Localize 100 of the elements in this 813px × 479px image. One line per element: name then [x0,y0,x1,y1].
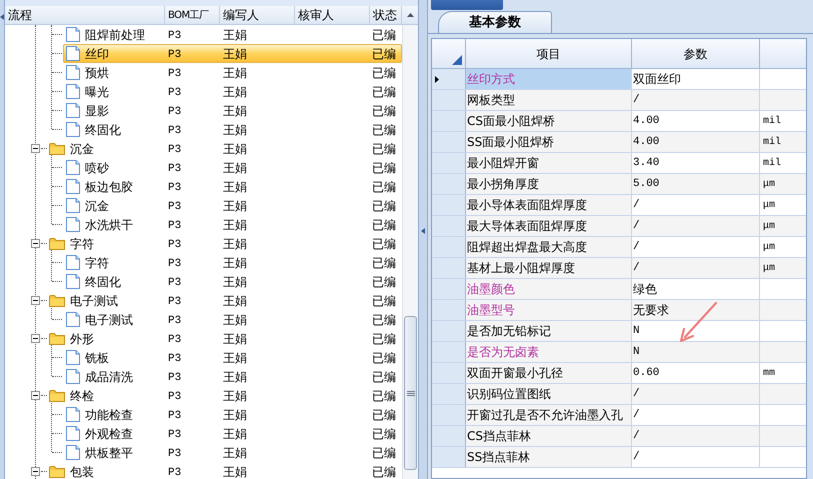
table-row[interactable]: 油墨型号 无要求 [432,300,806,321]
tree-item-label[interactable]: 沉金 [70,140,94,158]
column-header[interactable]: 核审人 [298,6,334,24]
table-row[interactable]: 最小导体表面阻焊厚度 / μm [432,195,806,216]
column-header[interactable]: BOM工厂 [168,8,209,22]
value-cell[interactable]: 0.60 [633,364,660,382]
value-cell[interactable]: / [633,260,640,276]
tree-item-label[interactable]: 外形 [70,330,94,348]
table-cell: 已编 [372,464,396,478]
collapse-icon[interactable] [421,228,425,234]
table-cell: 已编 [372,426,396,440]
table-row[interactable]: 最小阻焊开窗 3.40 mil [432,153,806,174]
tree-item-label[interactable]: 显影 [85,102,109,120]
table-cell: 已编 [372,294,396,308]
table-row[interactable]: 识别码位置图纸 / [432,384,806,405]
scrollbar[interactable] [402,25,418,479]
table-row[interactable]: SS面最小阻焊桥 4.00 mil [432,132,806,153]
value-cell[interactable]: / [633,92,640,108]
document-icon [66,255,80,270]
tree-item-label[interactable]: 成品清洗 [85,368,133,386]
table-row[interactable]: 最大导体表面阻焊厚度 / μm [432,216,806,237]
tab[interactable]: 基本参数 [438,11,552,33]
column-header[interactable]: 流程 [8,6,32,24]
value-cell[interactable]: / [633,406,640,424]
table-row[interactable]: 是否加无铅标记 N [432,321,806,342]
tree-item-label[interactable]: 字符 [70,234,94,252]
table-cell: P3 [168,410,182,422]
tree-item-label[interactable]: 功能检查 [85,406,133,424]
tree-item-label[interactable]: 预烘 [85,64,109,82]
table-row[interactable]: 网板类型 / [432,90,806,111]
value-cell[interactable]: 4.00 [633,134,660,150]
value-cell[interactable]: / [633,448,640,466]
tree-item-label[interactable]: 终固化 [85,120,121,138]
tree-item-label[interactable]: 丝印 [85,44,109,62]
collapse-toggle[interactable] [31,144,40,153]
tree-item-label[interactable]: 阻焊前处理 [85,26,145,44]
value-cell[interactable]: 3.40 [633,154,660,172]
table-row[interactable]: 油墨颜色 绿色 [432,279,806,300]
scrollbar-thumb[interactable] [404,316,417,470]
value-cell[interactable]: / [633,428,640,444]
collapse-toggle[interactable] [31,239,40,248]
tree-item-label[interactable]: 烘板整平 [85,444,133,462]
table-row[interactable]: 基材上最小阻焊厚度 / μm [432,258,806,279]
value-cell[interactable]: 双面丝印 [633,70,681,88]
select-all-corner-icon[interactable] [452,55,462,65]
tree-item-label[interactable]: 曝光 [85,82,109,100]
value-cell[interactable]: 无要求 [633,301,669,319]
table-cell: P3 [168,334,182,346]
table-row[interactable]: 阻焊超出焊盘最大高度 / μm [432,237,806,258]
value-cell[interactable]: N [633,344,640,360]
tree-item-label[interactable]: 电子测试 [70,292,118,310]
collapse-toggle[interactable] [31,391,40,400]
column-header[interactable]: 项目 [536,44,560,62]
table-row[interactable]: 最小拐角厚度 5.00 μm [432,174,806,195]
value-cell[interactable]: / [633,196,640,214]
tree-item-label[interactable]: 包装 [70,462,94,479]
document-icon [66,445,80,460]
collapse-toggle[interactable] [31,296,40,305]
collapse-toggle[interactable] [31,467,40,476]
tab[interactable] [431,0,503,10]
unit-cell-text: mil [763,136,782,150]
table-row[interactable]: 开窗过孔是否不允许油墨入孔 / [432,405,806,426]
tree-item-label[interactable]: 字符 [85,254,109,272]
table-row[interactable]: 丝印方式 双面丝印 [432,69,806,90]
tree-item-label[interactable]: 板边包胶 [85,178,133,196]
column-header[interactable]: 编写人 [223,6,259,24]
scroll-up-icon[interactable] [406,13,414,17]
tree-item-label[interactable]: 终固化 [85,272,121,290]
value-cell[interactable]: / [633,238,640,256]
selected-row[interactable]: 丝印 P3 王娟 已编 [63,44,402,63]
value-cell[interactable]: 4.00 [633,112,660,130]
value-cell[interactable]: N [633,322,640,340]
tree-item-label[interactable]: 外观检查 [85,424,133,442]
table-cell: 王娟 [223,294,247,308]
tree-item-label[interactable]: 水洗烘干 [85,216,133,234]
value-cell[interactable]: / [633,218,640,234]
value-cell[interactable]: 5.00 [633,176,660,192]
table-cell: 已编 [372,142,396,156]
tree-item-label[interactable]: 沉金 [85,196,109,214]
column-header[interactable]: 状态 [373,6,397,24]
table-row[interactable]: CS挡点菲林 / [432,426,806,447]
table-cell: 王娟 [223,426,247,440]
table-cell: 已编 [372,160,396,174]
row-header[interactable] [432,69,466,89]
column-header[interactable]: 参数 [684,44,708,62]
table-cell: P3 [168,296,182,308]
value-cell[interactable]: 绿色 [633,280,657,298]
table-row[interactable]: CS面最小阻焊桥 4.00 mil [432,111,806,132]
value-cell[interactable]: / [633,386,640,402]
table-row[interactable]: 双面开窗最小孔径 0.60 mm [432,363,806,384]
table-cell: 王娟 [223,122,247,136]
row-label: CS面最小阻焊桥 [467,113,555,130]
table-row[interactable]: SS挡点菲林 / [432,447,806,468]
tree-item-label[interactable]: 终检 [70,386,94,404]
tree-item-label[interactable]: 喷砂 [85,158,109,176]
collapse-toggle[interactable] [31,334,40,343]
tree-item-label[interactable]: 电子测试 [85,310,133,328]
table-cell: 已编 [372,446,396,460]
table-row[interactable]: 是否为无卤素 N [432,342,806,363]
tree-item-label[interactable]: 铣板 [85,348,109,366]
